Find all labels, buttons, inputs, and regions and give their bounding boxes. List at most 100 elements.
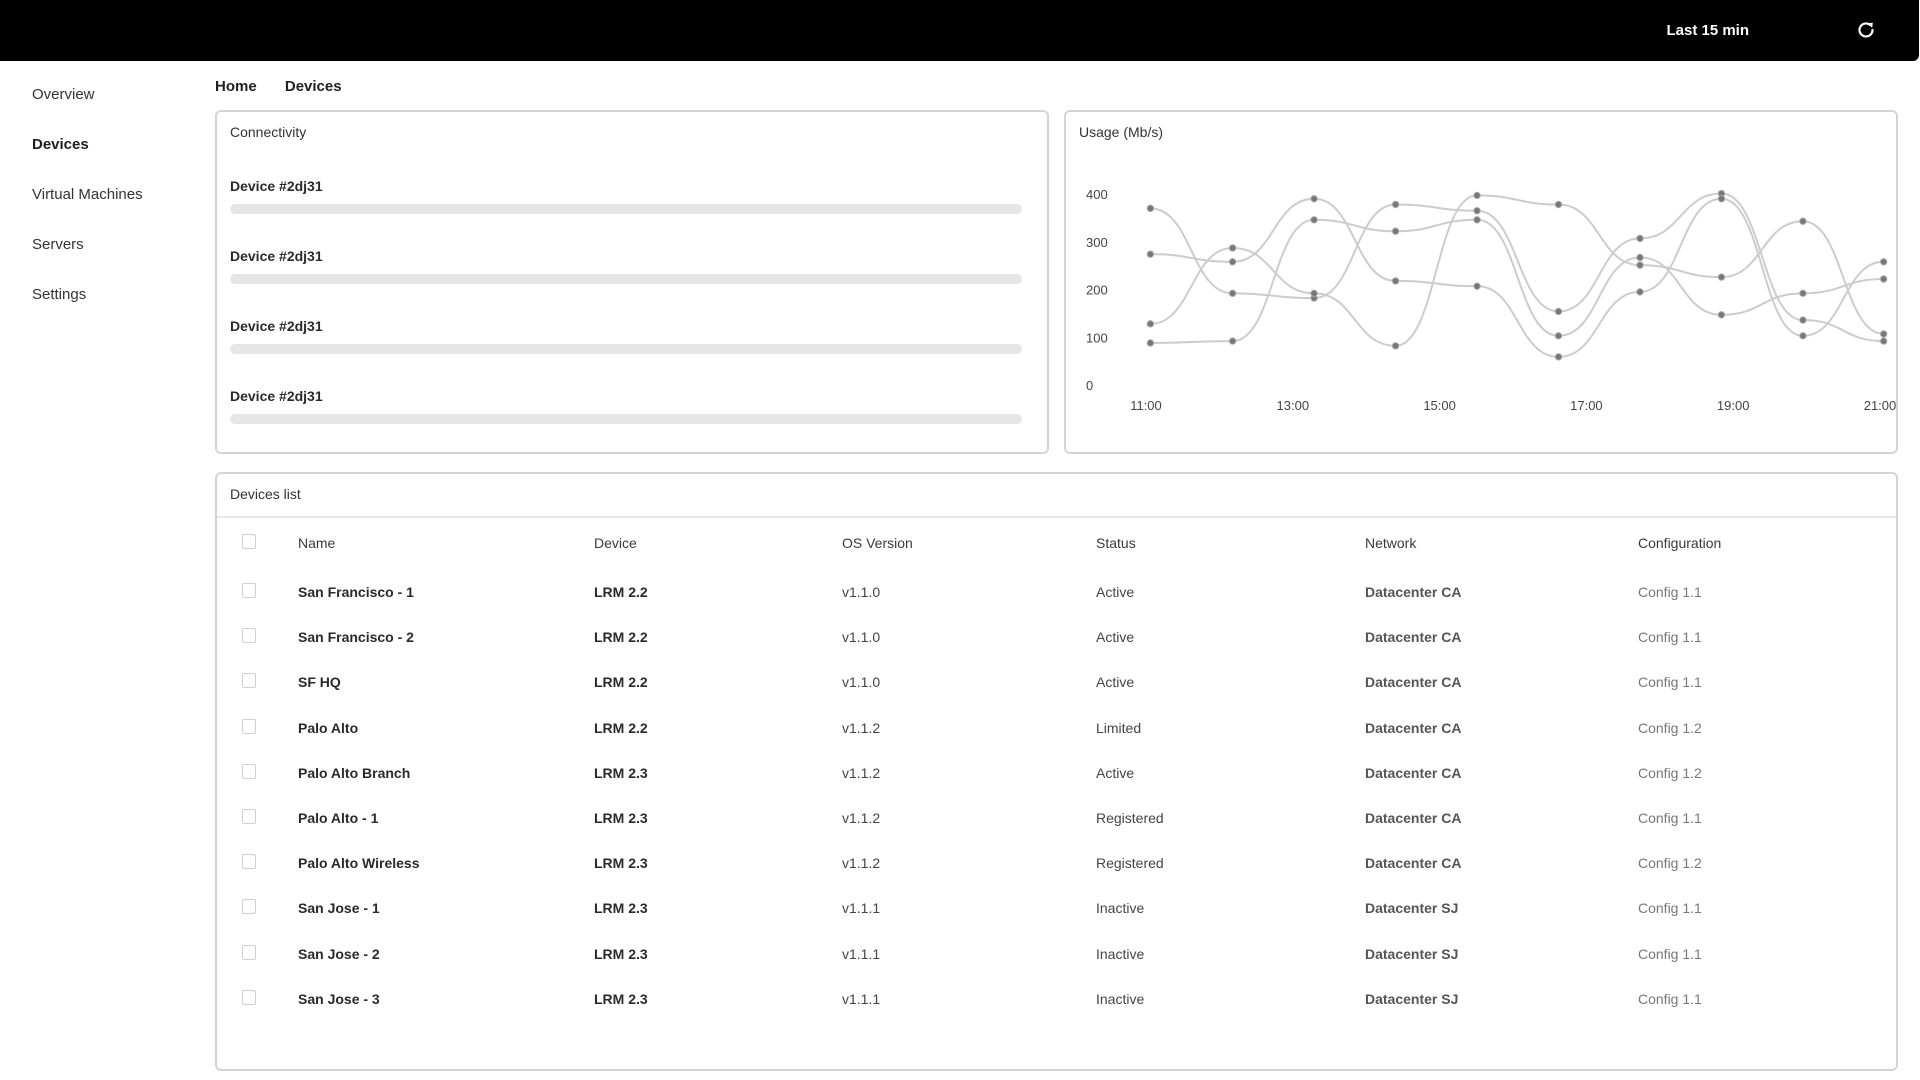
- cell-status: Inactive: [1096, 900, 1145, 917]
- sidebar-item-overview[interactable]: Overview: [32, 86, 95, 103]
- data-point: [1799, 316, 1807, 324]
- data-point: [1799, 289, 1807, 298]
- cell-status: Inactive: [1096, 990, 1145, 1007]
- refresh-icon[interactable]: [1855, 19, 1877, 41]
- cell-device: LRM 2.2: [594, 719, 648, 736]
- cell-network: Datacenter CA: [1365, 674, 1462, 691]
- column-header-name[interactable]: Name: [298, 535, 335, 551]
- column-header-os-version[interactable]: OS Version: [842, 535, 913, 551]
- data-point: [1879, 337, 1888, 345]
- row-checkbox[interactable]: [242, 763, 256, 779]
- cell-os-version: v1.1.2: [842, 810, 881, 826]
- data-point: [1554, 307, 1563, 316]
- device-label: Device #2dj31: [230, 178, 323, 194]
- data-point: [1146, 339, 1155, 347]
- cell-name: Palo Alto Wireless: [298, 855, 420, 872]
- time-range-selector[interactable]: Last 15 min: [1666, 22, 1749, 39]
- cell-os-version: v1.1.0: [842, 674, 881, 691]
- sidebar-item-devices[interactable]: Devices: [32, 136, 89, 153]
- row-checkbox[interactable]: [242, 989, 256, 1005]
- cell-network: Datacenter SJ: [1365, 945, 1459, 962]
- row-checkbox[interactable]: [242, 854, 256, 870]
- connectivity-title: Connectivity: [230, 124, 307, 140]
- data-point: [1636, 253, 1644, 262]
- cell-network: Datacenter CA: [1365, 810, 1462, 826]
- cell-name: San Jose - 3: [298, 990, 380, 1007]
- cell-configuration: Config 1.2: [1638, 855, 1702, 872]
- cell-network: Datacenter SJ: [1365, 990, 1459, 1007]
- cell-name: SF HQ: [298, 674, 341, 691]
- x-tick-label: 21:00: [1864, 398, 1896, 413]
- data-point: [1473, 216, 1481, 224]
- data-point: [1717, 311, 1726, 319]
- breadcrumb: Home Devices: [215, 78, 366, 95]
- sidebar-item-virtual-machines[interactable]: Virtual Machines: [32, 186, 143, 203]
- connectivity-progress-bar: [230, 414, 1022, 424]
- breadcrumb-home[interactable]: Home: [215, 78, 257, 95]
- y-tick-label: 200: [1086, 283, 1108, 298]
- devices-list-title: Devices list: [230, 486, 301, 502]
- y-tick-label: 0: [1086, 378, 1093, 393]
- y-tick-label: 100: [1086, 330, 1108, 345]
- cell-name: San Francisco - 2: [298, 629, 414, 646]
- column-header-configuration[interactable]: Configuration: [1638, 535, 1721, 551]
- cell-name: Palo Alto Branch: [298, 764, 411, 781]
- cell-device: LRM 2.3: [594, 945, 648, 962]
- column-header-network[interactable]: Network: [1365, 535, 1416, 551]
- cell-device: LRM 2.3: [594, 990, 648, 1007]
- select-all-checkbox[interactable]: [242, 534, 256, 549]
- column-header-device[interactable]: Device: [594, 535, 637, 551]
- cell-status: Registered: [1096, 855, 1164, 872]
- cell-status: Active: [1096, 584, 1135, 600]
- cell-os-version: v1.1.2: [842, 764, 881, 781]
- breadcrumb-devices[interactable]: Devices: [285, 78, 342, 95]
- data-point: [1391, 200, 1400, 209]
- cell-status: Active: [1096, 674, 1135, 691]
- cell-configuration: Config 1.1: [1638, 945, 1702, 962]
- cell-network: Datacenter CA: [1365, 764, 1462, 781]
- data-point: [1554, 200, 1563, 209]
- cell-os-version: v1.1.2: [842, 719, 881, 736]
- data-point: [1717, 195, 1726, 203]
- cell-network: Datacenter CA: [1365, 719, 1462, 736]
- data-point: [1391, 277, 1400, 285]
- row-checkbox[interactable]: [242, 628, 256, 644]
- cell-os-version: v1.1.0: [842, 584, 881, 600]
- row-checkbox[interactable]: [242, 899, 256, 915]
- x-tick-label: 19:00: [1717, 398, 1750, 413]
- x-tick-label: 17:00: [1570, 398, 1603, 413]
- cell-device: LRM 2.3: [594, 764, 648, 781]
- data-point: [1473, 191, 1481, 200]
- cell-name: Palo Alto: [298, 719, 359, 736]
- series-line-4: [1150, 218, 1884, 344]
- device-label: Device #2dj31: [230, 318, 323, 334]
- data-point: [1879, 275, 1888, 283]
- data-point: [1636, 288, 1644, 296]
- cell-status: Limited: [1096, 719, 1142, 736]
- row-checkbox[interactable]: [242, 944, 256, 960]
- data-point: [1636, 234, 1644, 243]
- row-checkbox[interactable]: [242, 718, 256, 734]
- data-point: [1554, 353, 1563, 361]
- usage-line-chart: 0 100 200 300 400 11:00 13:00 15:00 17:00 19:00 21…: [1086, 187, 1896, 413]
- cell-status: Active: [1096, 629, 1135, 646]
- data-point: [1146, 204, 1155, 213]
- cell-os-version: v1.1.0: [842, 629, 881, 646]
- cell-status: Inactive: [1096, 945, 1145, 962]
- cell-status: Registered: [1096, 810, 1164, 826]
- data-point: [1310, 289, 1318, 298]
- row-checkbox[interactable]: [242, 673, 256, 689]
- data-point: [1799, 217, 1807, 225]
- data-point: [1310, 216, 1318, 224]
- row-checkbox[interactable]: [242, 809, 256, 824]
- row-checkbox[interactable]: [242, 583, 256, 598]
- data-point: [1310, 195, 1318, 203]
- cell-configuration: Config 1.1: [1638, 584, 1702, 600]
- sidebar-item-servers[interactable]: Servers: [32, 236, 84, 253]
- connectivity-progress-bar: [230, 204, 1022, 214]
- sidebar-item-settings[interactable]: Settings: [32, 286, 86, 303]
- cell-name: San Jose - 1: [298, 900, 380, 917]
- connectivity-progress-bar: [230, 344, 1022, 354]
- column-header-status[interactable]: Status: [1096, 535, 1136, 551]
- data-point: [1146, 250, 1155, 258]
